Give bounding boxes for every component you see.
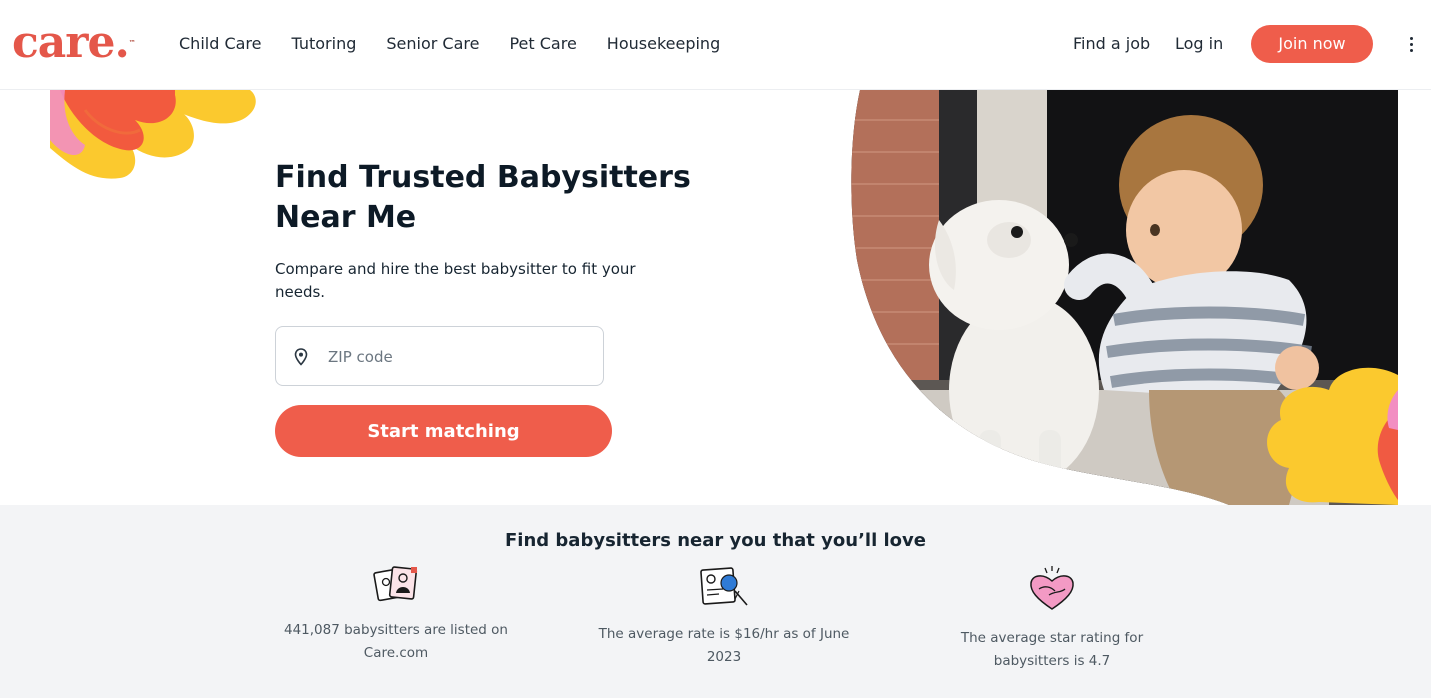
hero-title-line2: Near Me: [275, 200, 417, 235]
zip-input[interactable]: [328, 341, 588, 373]
stat-rating: The average star rating for babysitters …: [922, 565, 1182, 673]
site-header: care.™ Child Care Tutoring Senior Care P…: [0, 0, 1431, 90]
hero-title-line1: Find Trusted Babysitters: [275, 160, 691, 195]
join-now-button[interactable]: Join now: [1251, 25, 1373, 63]
login-link[interactable]: Log in: [1175, 34, 1223, 53]
hero-subtitle: Compare and hire the best babysitter to …: [275, 260, 636, 301]
profiles-icon: [373, 566, 418, 602]
hero-title: Find Trusted Babysitters Near Me: [275, 158, 695, 238]
main-nav: Child Care Tutoring Senior Care Pet Care…: [179, 33, 750, 55]
care-logo[interactable]: care.™: [12, 18, 136, 68]
nav-tutoring[interactable]: Tutoring: [292, 33, 357, 55]
logo-text: care.: [12, 17, 130, 68]
stat-listed: 441,087 babysitters are listed on Care.c…: [266, 565, 526, 665]
nav-pet-care[interactable]: Pet Care: [509, 33, 576, 55]
certificate-icon: [700, 567, 748, 606]
stat-listed-text: 441,087 babysitters are listed on Care.c…: [283, 622, 508, 661]
trademark: ™: [128, 39, 136, 47]
heart-handshake-icon: [1030, 566, 1074, 610]
nav-housekeeping[interactable]: Housekeeping: [607, 33, 720, 55]
stat-rate-text: The average rate is $16/hr as of June 20…: [598, 626, 850, 665]
flower-decoration: [50, 90, 256, 179]
stats-section: Find babysitters near you that you’ll lo…: [0, 505, 1431, 698]
login-wrap: Log in: [1175, 33, 1223, 55]
zip-field[interactable]: [275, 326, 604, 386]
stat-rate: The average rate is $16/hr as of June 20…: [594, 565, 854, 669]
find-job-wrap: Find a job: [1073, 33, 1150, 55]
find-job-link[interactable]: Find a job: [1073, 34, 1150, 53]
stats-heading: Find babysitters near you that you’ll lo…: [504, 530, 926, 551]
nav-child-care[interactable]: Child Care: [179, 33, 262, 55]
hero-photo: [851, 90, 1398, 505]
more-vertical-icon[interactable]: [1404, 33, 1418, 55]
location-pin-icon: [294, 348, 308, 366]
start-matching-button[interactable]: Start matching: [275, 405, 612, 457]
nav-senior-care[interactable]: Senior Care: [386, 33, 479, 55]
stat-rating-text: The average star rating for babysitters …: [960, 630, 1144, 669]
